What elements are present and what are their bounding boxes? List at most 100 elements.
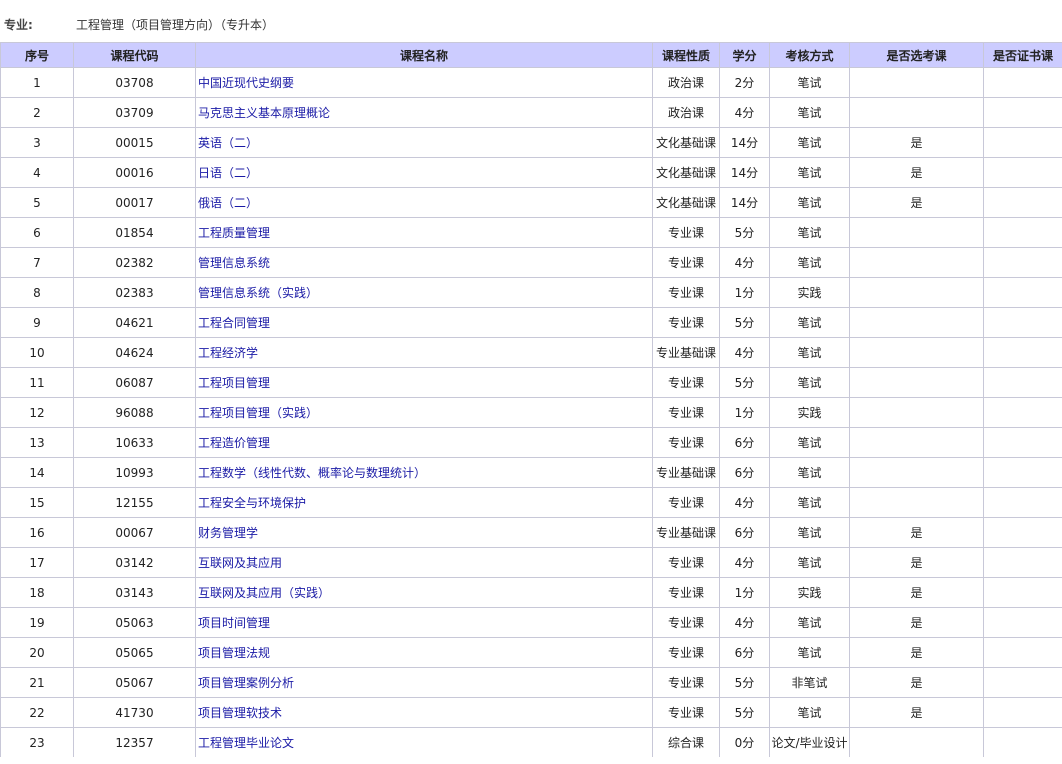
exam-method-cell: 实践 <box>769 577 850 608</box>
course-name-cell: 工程安全与环境保护 <box>195 487 653 518</box>
elective-cell <box>849 727 984 757</box>
table-row: 17 03142 互联网及其应用 专业课 4分 笔试是 <box>0 547 1062 578</box>
course-table: 序号 课程代码 课程名称 课程性质 学分 考核方式 是否选考课 是否证书课 10… <box>0 42 1062 757</box>
header-certificate: 是否证书课 <box>983 42 1062 68</box>
index-cell: 17 <box>0 547 74 578</box>
table-row: 5 00017 俄语（二） 文化基础课 14分 笔试是 <box>0 187 1062 218</box>
credits-cell: 4分 <box>719 547 770 578</box>
credits-cell: 4分 <box>719 247 770 278</box>
course-name-link[interactable]: 日语（二） <box>198 166 258 180</box>
course-code-cell: 00016 <box>73 157 196 188</box>
course-name-link[interactable]: 工程项目管理 <box>198 376 270 390</box>
credits-cell: 6分 <box>719 457 770 488</box>
index-cell: 4 <box>0 157 74 188</box>
course-name-link[interactable]: 工程造价管理 <box>198 436 270 450</box>
course-name-link[interactable]: 管理信息系统（实践） <box>198 286 318 300</box>
table-row: 8 02383 管理信息系统（实践） 专业课 1分 实践 <box>0 277 1062 308</box>
course-name-link[interactable]: 工程安全与环境保护 <box>198 496 306 510</box>
credits-cell: 5分 <box>719 367 770 398</box>
exam-method-cell: 笔试 <box>769 217 850 248</box>
table-row: 4 00016 日语（二） 文化基础课 14分 笔试是 <box>0 157 1062 188</box>
course-name-cell: 项目管理案例分析 <box>195 667 653 698</box>
index-cell: 22 <box>0 697 74 728</box>
course-name-link[interactable]: 项目时间管理 <box>198 616 270 630</box>
course-name-link[interactable]: 工程项目管理（实践） <box>198 406 318 420</box>
index-cell: 15 <box>0 487 74 518</box>
course-name-link[interactable]: 工程数学（线性代数、概率论与数理统计） <box>198 466 426 480</box>
credits-cell: 5分 <box>719 307 770 338</box>
course-name-cell: 项目时间管理 <box>195 607 653 638</box>
course-type-cell: 专业课 <box>652 607 720 638</box>
table-row: 19 05063 项目时间管理 专业课 4分 笔试是 <box>0 607 1062 638</box>
course-type-cell: 专业基础课 <box>652 337 720 368</box>
course-name-cell: 互联网及其应用（实践） <box>195 577 653 608</box>
credits-cell: 5分 <box>719 667 770 698</box>
course-code-cell: 10993 <box>73 457 196 488</box>
course-name-link[interactable]: 英语（二） <box>198 136 258 150</box>
course-name-link[interactable]: 马克思主义基本原理概论 <box>198 106 330 120</box>
course-name-link[interactable]: 工程管理毕业论文 <box>198 736 294 750</box>
major-line: 专业: 工程管理（项目管理方向）（专升本） <box>0 0 1062 42</box>
exam-method-cell: 笔试 <box>769 517 850 548</box>
course-name-link[interactable]: 互联网及其应用 <box>198 556 282 570</box>
course-name-cell: 管理信息系统 <box>195 247 653 278</box>
header-course-type: 课程性质 <box>652 42 720 68</box>
course-name-cell: 工程合同管理 <box>195 307 653 338</box>
credits-cell: 14分 <box>719 187 770 218</box>
exam-method-cell: 笔试 <box>769 367 850 398</box>
course-name-link[interactable]: 工程经济学 <box>198 346 258 360</box>
table-row: 13 10633 工程造价管理 专业课 6分 笔试 <box>0 427 1062 458</box>
header-credits: 学分 <box>719 42 770 68</box>
table-row: 14 10993 工程数学（线性代数、概率论与数理统计） 专业基础课 6分 笔试 <box>0 457 1062 488</box>
course-name-cell: 俄语（二） <box>195 187 653 218</box>
certificate-cell <box>983 547 1062 578</box>
exam-method-cell: 笔试 <box>769 427 850 458</box>
course-code-cell: 04621 <box>73 307 196 338</box>
table-row: 21 05067 项目管理案例分析 专业课 5分 非笔试是 <box>0 667 1062 698</box>
elective-cell <box>849 97 984 128</box>
course-type-cell: 专业基础课 <box>652 517 720 548</box>
course-name-link[interactable]: 项目管理案例分析 <box>198 676 294 690</box>
credits-cell: 4分 <box>719 607 770 638</box>
elective-cell <box>849 427 984 458</box>
certificate-cell <box>983 397 1062 428</box>
course-name-link[interactable]: 俄语（二） <box>198 196 258 210</box>
course-name-cell: 项目管理法规 <box>195 637 653 668</box>
course-name-link[interactable]: 工程合同管理 <box>198 316 270 330</box>
course-name-cell: 工程造价管理 <box>195 427 653 458</box>
credits-cell: 6分 <box>719 427 770 458</box>
course-name-cell: 马克思主义基本原理概论 <box>195 97 653 128</box>
course-type-cell: 文化基础课 <box>652 187 720 218</box>
course-code-cell: 00067 <box>73 517 196 548</box>
course-name-link[interactable]: 管理信息系统 <box>198 256 270 270</box>
course-name-link[interactable]: 项目管理法规 <box>198 646 270 660</box>
course-name-link[interactable]: 中国近现代史纲要 <box>198 76 294 90</box>
certificate-cell <box>983 247 1062 278</box>
exam-method-cell: 笔试 <box>769 637 850 668</box>
credits-cell: 6分 <box>719 637 770 668</box>
table-row: 12 96088 工程项目管理（实践） 专业课 1分 实践 <box>0 397 1062 428</box>
elective-cell <box>849 367 984 398</box>
certificate-cell <box>983 727 1062 757</box>
elective-cell: 是 <box>849 127 984 158</box>
index-cell: 14 <box>0 457 74 488</box>
course-name-link[interactable]: 互联网及其应用（实践） <box>198 586 330 600</box>
course-name-link[interactable]: 项目管理软技术 <box>198 706 282 720</box>
table-row: 16 00067 财务管理学 专业基础课 6分 笔试是 <box>0 517 1062 548</box>
course-name-link[interactable]: 工程质量管理 <box>198 226 270 240</box>
table-row: 22 41730 项目管理软技术 专业课 5分 笔试是 <box>0 697 1062 728</box>
course-type-cell: 专业课 <box>652 427 720 458</box>
exam-method-cell: 笔试 <box>769 187 850 218</box>
credits-cell: 14分 <box>719 157 770 188</box>
course-code-cell: 02383 <box>73 277 196 308</box>
course-type-cell: 专业课 <box>652 397 720 428</box>
index-cell: 10 <box>0 337 74 368</box>
table-row: 15 12155 工程安全与环境保护 专业课 4分 笔试 <box>0 487 1062 518</box>
elective-cell: 是 <box>849 667 984 698</box>
course-type-cell: 政治课 <box>652 97 720 128</box>
table-row: 23 12357 工程管理毕业论文 综合课 0分 论文/毕业设计 <box>0 727 1062 757</box>
course-name-link[interactable]: 财务管理学 <box>198 526 258 540</box>
exam-method-cell: 笔试 <box>769 697 850 728</box>
credits-cell: 1分 <box>719 277 770 308</box>
course-type-cell: 专业课 <box>652 247 720 278</box>
